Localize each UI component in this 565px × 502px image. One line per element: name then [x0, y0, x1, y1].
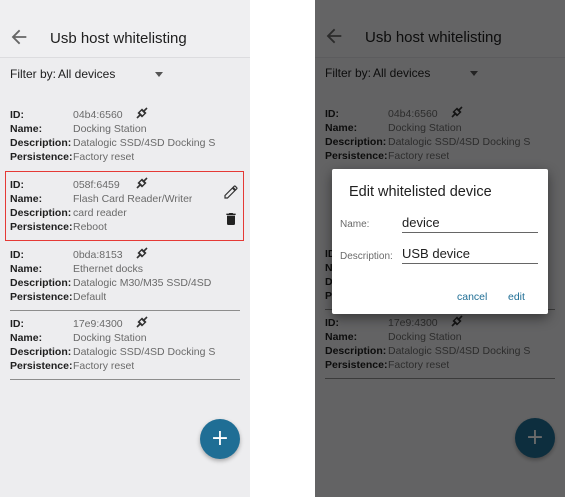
name-label: Name:	[10, 123, 43, 135]
edit-dialog-screen: Usb host whitelisting Filter by: All dev…	[315, 0, 565, 497]
usb-link-icon	[136, 316, 148, 328]
name-label: Name:	[10, 193, 43, 205]
list-item-selected[interactable]: ID: 058f:6459 Name: Flash Card Reader/Writ…	[10, 177, 240, 240]
persistence-label: Persistence:	[10, 151, 73, 163]
device-description: Datalogic SSD/4SD Docking St	[73, 346, 215, 358]
back-arrow-icon[interactable]	[8, 26, 30, 48]
device-id: 0bda:8153	[73, 249, 123, 261]
app-bar: Usb host whitelisting	[0, 0, 250, 58]
usb-link-icon	[136, 247, 148, 259]
device-persistence: Factory reset	[73, 360, 135, 372]
description-label: Description:	[10, 137, 72, 149]
plus-icon: +	[210, 426, 230, 451]
list-item[interactable]: ID: 04b4:6560 Name: Docking Station Descri…	[10, 107, 240, 170]
filter-value: All devices	[58, 67, 116, 81]
name-field-label: Name:	[340, 219, 370, 230]
description-input[interactable]	[402, 244, 538, 264]
divider	[10, 310, 240, 311]
id-label: ID:	[10, 249, 24, 261]
device-name: Ethernet docks	[73, 263, 144, 275]
device-description: Datalogic SSD/4SD Docking St	[73, 137, 215, 149]
id-label: ID:	[10, 179, 24, 191]
id-label: ID:	[10, 318, 24, 330]
dialog-title: Edit whitelisted device	[349, 184, 492, 200]
device-id: 058f:6459	[73, 179, 120, 191]
description-label: Description:	[10, 207, 72, 219]
device-name: Flash Card Reader/Writer	[73, 193, 193, 205]
device-persistence: Reboot	[73, 221, 107, 233]
usb-link-icon	[136, 107, 148, 119]
device-id: 17e9:4300	[73, 318, 123, 330]
filter-dropdown[interactable]: Filter by: All devices	[10, 67, 163, 83]
list-item[interactable]: ID: 0bda:8153 Name: Ethernet docks Descrip…	[10, 247, 240, 310]
usb-link-icon	[136, 177, 148, 189]
persistence-label: Persistence:	[10, 291, 73, 303]
description-label: Description:	[10, 277, 72, 289]
filter-label: Filter by:	[10, 67, 57, 81]
divider	[10, 379, 240, 380]
description-field-label: Description:	[340, 251, 393, 262]
device-list-screen: Usb host whitelisting Filter by: All dev…	[0, 0, 250, 497]
add-device-button[interactable]: +	[200, 419, 240, 459]
id-label: ID:	[10, 109, 24, 121]
edit-button[interactable]: edit	[508, 291, 525, 303]
list-item[interactable]: ID: 17e9:4300 Name: Docking Station Descri…	[10, 316, 240, 379]
device-persistence: Factory reset	[73, 151, 135, 163]
persistence-label: Persistence:	[10, 360, 73, 372]
device-name: Docking Station	[73, 123, 147, 135]
cancel-button[interactable]: cancel	[457, 291, 487, 303]
pencil-icon[interactable]	[223, 184, 239, 200]
device-persistence: Default	[73, 291, 107, 303]
name-label: Name:	[10, 263, 43, 275]
dropdown-caret-icon	[155, 72, 163, 77]
edit-device-dialog: Edit whitelisted device Name: Descriptio…	[332, 169, 548, 314]
device-name: Docking Station	[73, 332, 147, 344]
persistence-label: Persistence:	[10, 221, 73, 233]
name-input[interactable]	[402, 213, 538, 233]
name-label: Name:	[10, 332, 43, 344]
device-description: Datalogic M30/M35 SSD/4SD E	[73, 277, 215, 289]
trash-icon[interactable]	[223, 211, 239, 227]
device-id: 04b4:6560	[73, 109, 123, 121]
description-label: Description:	[10, 346, 72, 358]
page-title: Usb host whitelisting	[50, 30, 187, 47]
device-description: card reader	[73, 207, 127, 219]
